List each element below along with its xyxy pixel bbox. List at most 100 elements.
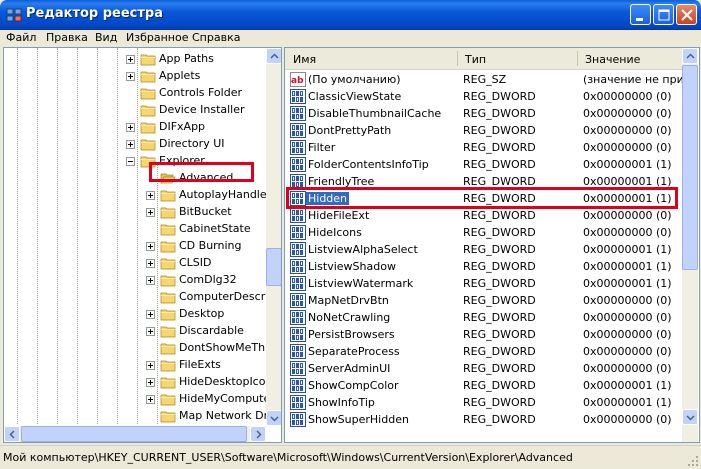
scroll-left-button[interactable]	[4, 426, 20, 442]
folder-icon	[140, 103, 156, 117]
value-row-hideicons[interactable]: HideIcons REG_DWORD 0x00000000 (0)	[285, 224, 682, 241]
tree-item-bitbucket[interactable]: BitBucket	[4, 204, 266, 220]
value-row-disablethumbnailcache[interactable]: DisableThumbnailCache REG_DWORD 0x00000000…	[285, 105, 682, 122]
maximize-button[interactable]	[653, 4, 674, 25]
scroll-thumb[interactable]	[21, 426, 247, 442]
key-tree-pane[interactable]: App Paths Applets Controls Folder Device In…	[3, 47, 282, 443]
menu-edit[interactable]: Правка	[46, 31, 88, 44]
expand-icon[interactable]	[126, 55, 135, 64]
value-row-listviewwatermark[interactable]: ListviewWatermark REG_DWORD 0x00000001 (1)	[285, 275, 682, 292]
tree-item-applets[interactable]: Applets	[4, 68, 266, 84]
folder-icon	[160, 341, 176, 355]
close-button[interactable]	[676, 4, 697, 25]
value-row-showsuperhidden[interactable]: ShowSuperHidden REG_DWORD 0x00000000 (0)	[285, 411, 682, 428]
value-row-showcompcolor[interactable]: ShowCompColor REG_DWORD 0x00000001 (1)	[285, 377, 682, 394]
tree-item-directory-ui[interactable]: Directory UI	[4, 136, 266, 152]
tree-item-discardable[interactable]: Discardable	[4, 323, 266, 339]
expand-icon[interactable]	[126, 140, 135, 149]
tree-item-computerdescrip[interactable]: ComputerDescrip	[4, 289, 275, 305]
column-divider[interactable]	[457, 51, 458, 66]
column-divider[interactable]	[577, 51, 578, 66]
tree-item-cabinetstate[interactable]: CabinetState	[4, 221, 266, 237]
collapse-icon[interactable]	[126, 157, 135, 166]
scroll-down-button[interactable]	[682, 409, 698, 425]
expand-icon[interactable]	[126, 123, 135, 132]
menu-favorites[interactable]: Избранное	[126, 31, 188, 44]
expand-icon[interactable]	[146, 276, 155, 285]
expand-icon[interactable]	[146, 361, 155, 370]
expand-icon[interactable]	[146, 259, 155, 268]
expand-icon[interactable]	[146, 310, 155, 319]
tree-item-explorer[interactable]: Explorer	[4, 153, 266, 169]
tree-item-comdlg32[interactable]: ComDlg32	[4, 272, 266, 288]
tree-item-hidedesktopicon[interactable]: HideDesktopIcon	[4, 374, 272, 390]
title-bar[interactable]: Редактор реестра	[0, 0, 701, 30]
value-row-classicviewstate[interactable]: ClassicViewState REG_DWORD 0x00000000 (0)	[285, 88, 682, 105]
value-row-hidden[interactable]: Hidden REG_DWORD 0x00000001 (1)	[285, 190, 682, 207]
value-row-filter[interactable]: Filter REG_DWORD 0x00000000 (0)	[285, 139, 682, 156]
tree-item-map-network-dri[interactable]: Map Network Dri	[4, 408, 271, 424]
value-row-separateprocess[interactable]: SeparateProcess REG_DWORD 0x00000000 (0)	[285, 343, 682, 360]
expand-icon[interactable]	[146, 208, 155, 217]
value-row-dontprettypath[interactable]: DontPrettyPath REG_DWORD 0x00000000 (0)	[285, 122, 682, 139]
value-row-hidefileext[interactable]: HideFileExt REG_DWORD 0x00000000 (0)	[285, 207, 682, 224]
list-vertical-scrollbar[interactable]	[682, 48, 698, 442]
value-type: REG_DWORD	[463, 362, 536, 375]
folder-icon	[160, 256, 176, 270]
value-row-listviewshadow[interactable]: ListviewShadow REG_DWORD 0x00000001 (1)	[285, 258, 682, 275]
value-row-persistbrowsers[interactable]: PersistBrowsers REG_DWORD 0x00000000 (0)	[285, 326, 682, 343]
tree-item-autoplayhandler[interactable]: AutoplayHandler	[4, 187, 271, 203]
expand-icon[interactable]	[146, 191, 155, 200]
scroll-down-button[interactable]	[266, 410, 281, 426]
expand-icon[interactable]	[146, 378, 155, 387]
tree-item-difxapp[interactable]: DIFxApp	[4, 119, 266, 135]
value-data: 0x00000000 (0)	[583, 226, 672, 239]
tree-item-cd-burning[interactable]: CD Burning	[4, 238, 266, 254]
tree-item-clsid[interactable]: CLSID	[4, 255, 266, 271]
tree-item-desktop[interactable]: Desktop	[4, 306, 266, 322]
value-row-showinfotip[interactable]: ShowInfoTip REG_DWORD 0x00000001 (1)	[285, 394, 682, 411]
menu-help[interactable]: Справка	[192, 31, 240, 44]
resize-grip-icon[interactable]	[687, 455, 699, 467]
tree-item-advanced[interactable]: Advanced	[4, 170, 266, 186]
column-header-type[interactable]: Тип	[465, 53, 486, 66]
value-name: DontPrettyPath	[308, 124, 392, 137]
scroll-right-button[interactable]	[250, 426, 266, 442]
value-data: 0x00000000 (0)	[583, 311, 672, 324]
value-row-listviewalphaselect[interactable]: ListviewAlphaSelect REG_DWORD 0x00000001 (…	[285, 241, 682, 258]
expand-icon[interactable]	[146, 242, 155, 251]
value-row-friendlytree[interactable]: FriendlyTree REG_DWORD 0x00000001 (1)	[285, 173, 682, 190]
tree-item-dontshowmethis[interactable]: DontShowMeThis	[4, 340, 274, 356]
minimize-button[interactable]	[630, 4, 651, 25]
menu-view[interactable]: Вид	[95, 31, 117, 44]
tree-item-device-installer[interactable]: Device Installer	[4, 102, 266, 118]
value-list-pane[interactable]: Имя Тип Значение ab (По умолчанию) REG_SZ (…	[284, 47, 700, 443]
scroll-thumb[interactable]	[266, 248, 281, 286]
expand-icon[interactable]	[126, 72, 135, 81]
tree-item-controls-folder[interactable]: Controls Folder	[4, 85, 266, 101]
column-header-name[interactable]: Имя	[293, 53, 316, 66]
tree-vertical-scrollbar[interactable]	[266, 48, 281, 426]
scroll-up-button[interactable]	[682, 48, 698, 64]
value-type: REG_DWORD	[463, 345, 536, 358]
tree-item-fileexts[interactable]: FileExts	[4, 357, 266, 373]
value-row-mapnetdrvbtn[interactable]: MapNetDrvBtn REG_DWORD 0x00000000 (0)	[285, 292, 682, 309]
tree-item-label: Directory UI	[159, 137, 225, 150]
scroll-thumb[interactable]	[682, 65, 698, 270]
tree-item-hidemycomputer[interactable]: HideMyComputer	[4, 391, 275, 407]
expand-icon[interactable]	[146, 395, 155, 404]
expand-icon[interactable]	[146, 327, 155, 336]
value-row-по-умолчанию[interactable]: ab (По умолчанию) REG_SZ (значение не прис	[285, 71, 690, 88]
value-row-serveradminui[interactable]: ServerAdminUI REG_DWORD 0x00000000 (0)	[285, 360, 682, 377]
tree-horizontal-scrollbar[interactable]	[4, 426, 266, 442]
tree-item-app-paths[interactable]: App Paths	[4, 51, 266, 67]
column-header-data[interactable]: Значение	[585, 53, 640, 66]
dword-value-icon	[290, 123, 306, 138]
value-row-nonetcrawling[interactable]: NoNetCrawling REG_DWORD 0x00000000 (0)	[285, 309, 682, 326]
tree-item-label: Map Network Dri	[179, 409, 272, 422]
menu-file[interactable]: Файл	[6, 31, 36, 44]
value-row-foldercontentsinfotip[interactable]: FolderContentsInfoTip REG_DWORD 0x00000001…	[285, 156, 682, 173]
scroll-up-button[interactable]	[266, 48, 281, 64]
value-data: 0x00000000 (0)	[583, 209, 672, 222]
dword-value-icon	[290, 395, 306, 410]
